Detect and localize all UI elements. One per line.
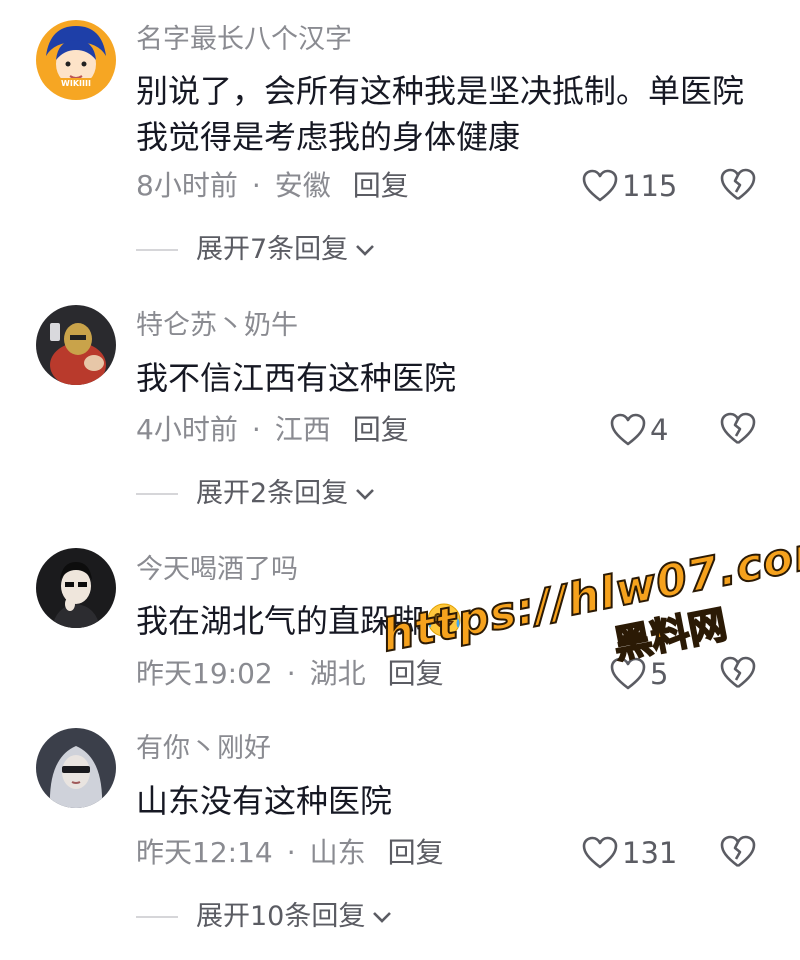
like-count: 131 bbox=[622, 836, 678, 870]
broken-heart-icon bbox=[720, 168, 756, 201]
dislike-button[interactable] bbox=[720, 412, 756, 450]
comment-username[interactable]: 今天喝酒了吗 bbox=[136, 552, 298, 588]
like-button[interactable]: 131 bbox=[582, 835, 677, 871]
dislike-button[interactable] bbox=[720, 835, 756, 873]
expand-replies-button[interactable]: 展开10条回复 bbox=[136, 899, 393, 935]
expand-replies-label: 展开10条回复 bbox=[196, 901, 366, 932]
reply-button[interactable]: 回复 bbox=[388, 835, 444, 871]
expand-replies-label: 展开2条回复 bbox=[196, 478, 349, 509]
comment-meta: 4小时前 · 江西 回复 bbox=[136, 412, 409, 448]
like-count: 115 bbox=[622, 169, 678, 203]
comment-username[interactable]: 名字最长八个汉字 bbox=[136, 22, 352, 58]
chevron-down-icon bbox=[356, 245, 375, 256]
like-count: 4 bbox=[650, 413, 669, 447]
expand-replies-button[interactable]: 展开7条回复 bbox=[136, 232, 376, 268]
chevron-down-icon bbox=[373, 912, 392, 923]
heart-outline-icon bbox=[582, 169, 618, 202]
comment-time: 昨天19:02 bbox=[136, 657, 273, 690]
dislike-button[interactable] bbox=[720, 168, 756, 206]
avatar[interactable] bbox=[36, 305, 116, 385]
comment-content: 我不信江西有这种医院 bbox=[136, 359, 457, 397]
reply-button[interactable]: 回复 bbox=[353, 168, 409, 204]
comment-time: 昨天12:14 bbox=[136, 836, 273, 869]
separator-dot: · bbox=[286, 657, 296, 690]
heart-outline-icon bbox=[582, 836, 618, 869]
heart-outline-icon bbox=[610, 413, 646, 446]
separator-dot: · bbox=[251, 169, 261, 202]
expand-replies-button[interactable]: 展开2条回复 bbox=[136, 476, 376, 512]
like-button[interactable]: 115 bbox=[582, 168, 677, 204]
comment-time: 4小时前 bbox=[136, 413, 238, 446]
comment-username[interactable]: 特仑苏丶奶牛 bbox=[136, 308, 298, 344]
comment-username[interactable]: 有你丶刚好 bbox=[136, 731, 271, 767]
comment-content: 别说了，会所有这种我是坚决抵制。单医院我觉得是考虑我的身体健康 bbox=[136, 72, 745, 156]
avatar[interactable] bbox=[36, 548, 116, 628]
avatar-label: WIKIIII bbox=[61, 79, 91, 88]
comment-location: 湖北 bbox=[309, 657, 366, 690]
comment-location: 江西 bbox=[274, 413, 331, 446]
avatar[interactable]: WIKIIII bbox=[36, 20, 116, 100]
comment-meta: 8小时前 · 安徽 回复 bbox=[136, 168, 409, 204]
comment-meta: 昨天12:14 · 山东 回复 bbox=[136, 835, 444, 871]
broken-heart-icon bbox=[720, 412, 756, 445]
dislike-button[interactable] bbox=[720, 656, 756, 694]
comment-location: 安徽 bbox=[274, 169, 331, 202]
comment-content: 山东没有这种医院 bbox=[136, 782, 393, 820]
divider-line bbox=[136, 249, 178, 251]
expand-replies-label: 展开7条回复 bbox=[196, 234, 349, 265]
comment-time: 8小时前 bbox=[136, 169, 238, 202]
broken-heart-icon bbox=[720, 656, 756, 689]
comment-location: 山东 bbox=[309, 836, 366, 869]
separator-dot: · bbox=[251, 413, 261, 446]
divider-line bbox=[136, 493, 178, 495]
reply-button[interactable]: 回复 bbox=[353, 412, 409, 448]
avatar[interactable] bbox=[36, 728, 116, 808]
like-button[interactable]: 4 bbox=[610, 412, 668, 448]
separator-dot: · bbox=[286, 836, 296, 869]
chevron-down-icon bbox=[356, 489, 375, 500]
broken-heart-icon bbox=[720, 835, 756, 868]
divider-line bbox=[136, 916, 178, 918]
